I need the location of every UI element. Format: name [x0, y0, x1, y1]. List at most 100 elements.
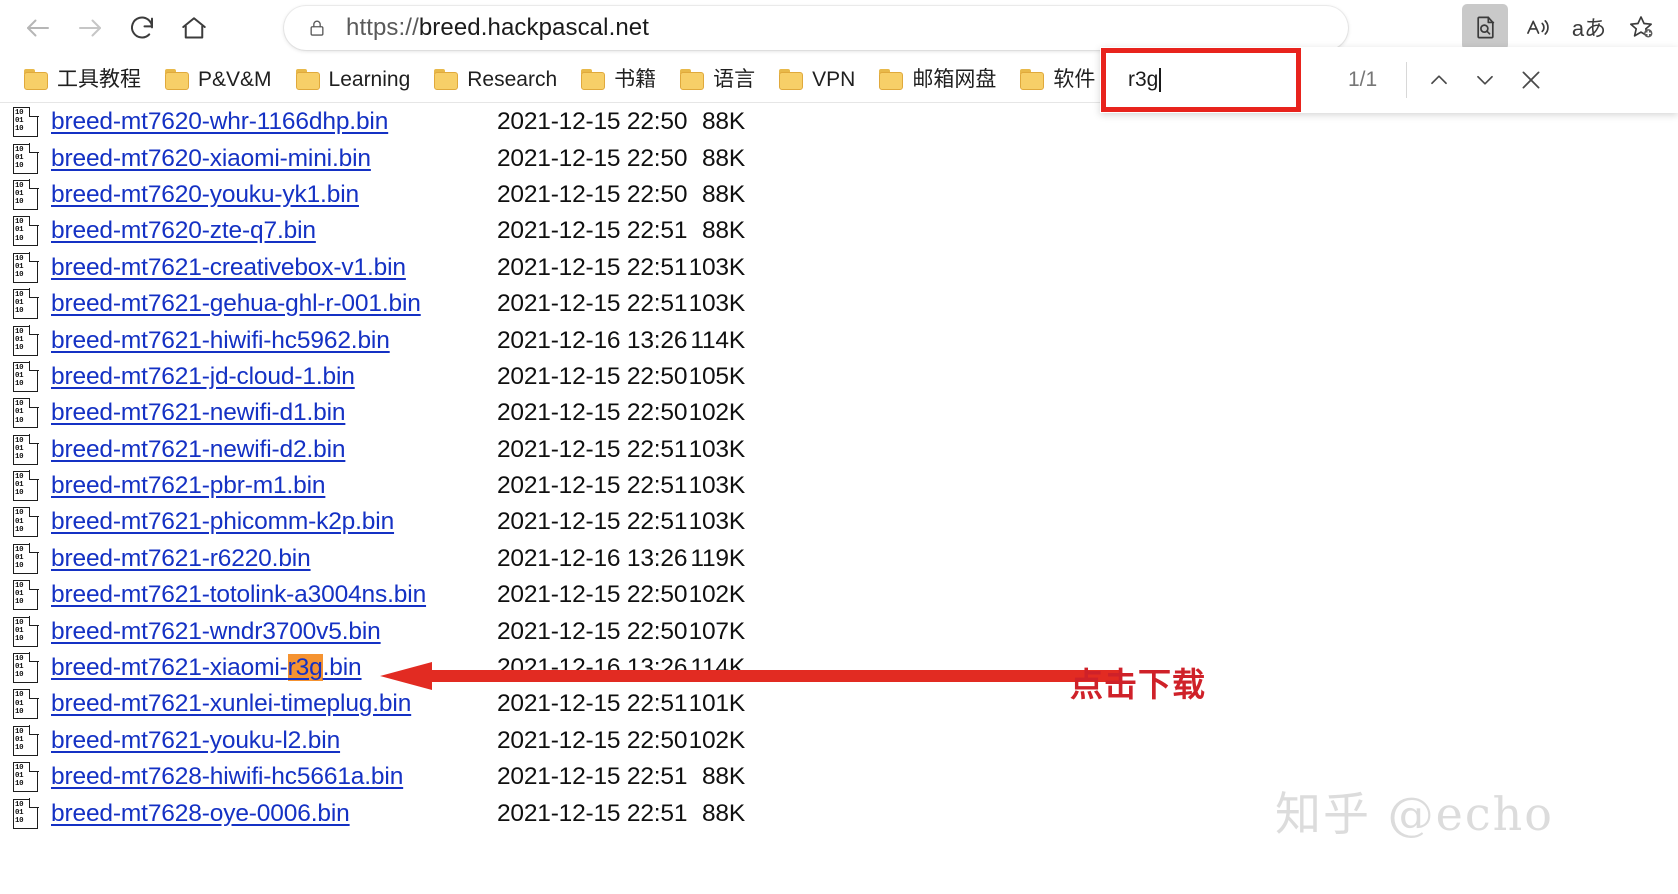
binary-file-icon: 10 01 10 [13, 179, 39, 210]
read-aloud-icon[interactable] [1514, 4, 1560, 50]
file-link[interactable]: breed-mt7628-hiwifi-hc5661a.bin [51, 763, 403, 791]
file-link[interactable]: breed-mt7621-newifi-d2.bin [51, 436, 346, 464]
file-size: 88K [702, 799, 745, 827]
file-row: 10 01 10 breed-mt7621-xiaomi-r3g.bin 2021-12… [0, 650, 1678, 686]
file-link[interactable]: breed-mt7621-gehua-ghl-r-001.bin [51, 290, 421, 318]
binary-file-icon: 10 01 10 [13, 543, 39, 574]
file-date: 2021-12-15 22:51 [497, 799, 688, 827]
file-link[interactable]: breed-mt7628-oye-0006.bin [51, 800, 350, 828]
file-row: 10 01 10 breed-mt7621-pbr-m1.bin 2021-12-15 … [0, 468, 1678, 504]
binary-file-icon: 10 01 10 [13, 106, 39, 138]
file-row: 10 01 10 breed-mt7621-xunlei-timeplug.bin 20… [0, 686, 1678, 722]
bookmark-item-3[interactable]: Research [426, 62, 565, 96]
address-bar-url: https://breed.hackpascal.net [346, 14, 649, 41]
forward-button[interactable] [70, 8, 110, 48]
file-row: 10 01 10 breed-mt7621-newifi-d1.bin 2021-12-… [0, 395, 1678, 431]
find-divider [1406, 62, 1407, 98]
file-link[interactable]: breed-mt7621-newifi-d1.bin [51, 399, 346, 427]
file-link[interactable]: breed-mt7621-wndr3700v5.bin [51, 618, 381, 646]
bookmark-label: Research [467, 67, 558, 91]
file-link[interactable]: breed-mt7621-pbr-m1.bin [51, 472, 326, 500]
browser-window: https://breed.hackpascal.net aあ 工具教程 P&V… [0, 0, 1678, 894]
binary-bits: 10 01 10 [15, 800, 24, 825]
translate-glyph: aあ [1571, 16, 1607, 41]
file-row: 10 01 10 breed-mt7621-newifi-d2.bin 2021-12-… [0, 432, 1678, 468]
file-link[interactable]: breed-mt7621-xiaomi-r3g.bin [51, 654, 362, 682]
binary-file-icon: 10 01 10 [13, 252, 39, 283]
translate-icon[interactable]: aあ [1566, 4, 1612, 50]
bookmark-label: 邮箱网盘 [912, 67, 997, 91]
folder-icon [779, 68, 804, 90]
find-input-wrap[interactable]: r3g [1100, 47, 1300, 113]
find-input[interactable]: r3g [1128, 68, 1158, 92]
bookmark-item-7[interactable]: 邮箱网盘 [871, 62, 1004, 96]
text-caret [1159, 68, 1161, 92]
file-size: 88K [702, 108, 745, 136]
toolbar-actions: aあ [1456, 4, 1664, 50]
file-link[interactable]: breed-mt7620-whr-1166dhp.bin [51, 108, 388, 136]
find-on-page-icon[interactable] [1462, 4, 1508, 50]
refresh-button[interactable] [122, 8, 162, 48]
folder-icon [295, 68, 320, 90]
file-size: 114K [690, 654, 745, 682]
binary-file-icon: 10 01 10 [13, 397, 39, 429]
bookmark-item-6[interactable]: VPN [771, 62, 863, 96]
binary-bits: 10 01 10 [15, 109, 24, 134]
bookmark-label: 语言 [713, 67, 756, 91]
file-link[interactable]: breed-mt7620-xiaomi-mini.bin [51, 145, 371, 173]
binary-file-icon: 10 01 10 [13, 615, 39, 647]
bookmark-label: 软件 [1053, 67, 1096, 91]
binary-file-icon: 10 01 10 [13, 215, 39, 247]
file-size: 103K [688, 290, 746, 318]
file-size: 101K [688, 690, 746, 718]
back-button[interactable] [18, 8, 58, 48]
binary-file-icon: 10 01 10 [13, 761, 39, 793]
directory-listing: 10 01 10 breed-mt7620-whr-1166dhp.bin 2021-1… [0, 104, 1678, 894]
find-next-button[interactable] [1462, 57, 1508, 103]
file-date: 2021-12-15 22:51 [497, 290, 688, 318]
binary-bits: 10 01 10 [15, 327, 24, 352]
file-link[interactable]: breed-mt7620-youku-yk1.bin [51, 181, 359, 209]
binary-bits: 10 01 10 [15, 218, 24, 243]
binary-file-icon: 10 01 10 [13, 361, 39, 392]
file-date: 2021-12-15 22:50 [497, 726, 688, 754]
file-row: 10 01 10 breed-mt7621-youku-l2.bin 2021-12-1… [0, 723, 1678, 759]
file-size: 114K [690, 326, 745, 354]
folder-icon [24, 68, 48, 90]
binary-file-icon: 10 01 10 [13, 142, 39, 174]
file-row: 10 01 10 breed-mt7621-jd-cloud-1.bin 2021-12… [0, 359, 1678, 395]
find-close-button[interactable] [1508, 57, 1554, 103]
address-bar[interactable]: https://breed.hackpascal.net [284, 6, 1348, 50]
add-favorite-icon[interactable] [1618, 4, 1664, 50]
find-previous-button[interactable] [1416, 57, 1462, 103]
folder-icon [434, 68, 459, 90]
bookmark-item-5[interactable]: 语言 [672, 62, 763, 96]
bookmark-item-0[interactable]: 工具教程 [16, 62, 149, 96]
home-button[interactable] [174, 8, 214, 48]
file-link[interactable]: breed-mt7621-xunlei-timeplug.bin [51, 690, 411, 718]
bookmark-item-4[interactable]: 书籍 [573, 62, 664, 96]
file-size: 88K [702, 180, 745, 208]
binary-file-icon: 10 01 10 [13, 324, 39, 356]
file-link[interactable]: breed-mt7621-creativebox-v1.bin [51, 254, 406, 282]
file-size: 103K [688, 253, 746, 281]
bookmark-item-2[interactable]: Learning [288, 62, 419, 96]
file-link[interactable]: breed-mt7621-phicomm-k2p.bin [51, 508, 394, 536]
file-row: 10 01 10 breed-mt7621-phicomm-k2p.bin 2021-1… [0, 504, 1678, 540]
binary-file-icon: 10 01 10 [13, 688, 39, 720]
file-link[interactable]: breed-mt7620-zte-q7.bin [51, 217, 316, 245]
binary-file-icon: 10 01 10 [13, 506, 39, 538]
file-size: 119K [690, 544, 745, 572]
bookmark-item-1[interactable]: P&V&M [157, 62, 280, 96]
file-link[interactable]: breed-mt7621-hiwifi-hc5962.bin [51, 327, 390, 355]
lock-icon [306, 17, 328, 39]
file-link[interactable]: breed-mt7621-jd-cloud-1.bin [51, 363, 355, 391]
binary-bits: 10 01 10 [15, 400, 24, 425]
bookmark-item-8[interactable]: 软件 [1012, 62, 1103, 96]
folder-icon [680, 68, 705, 90]
folder-icon [879, 68, 904, 90]
file-link[interactable]: breed-mt7621-youku-l2.bin [51, 727, 340, 755]
file-date: 2021-12-15 22:50 [497, 108, 688, 136]
file-link[interactable]: breed-mt7621-totolink-a3004ns.bin [51, 581, 426, 609]
file-link[interactable]: breed-mt7621-r6220.bin [51, 545, 311, 573]
